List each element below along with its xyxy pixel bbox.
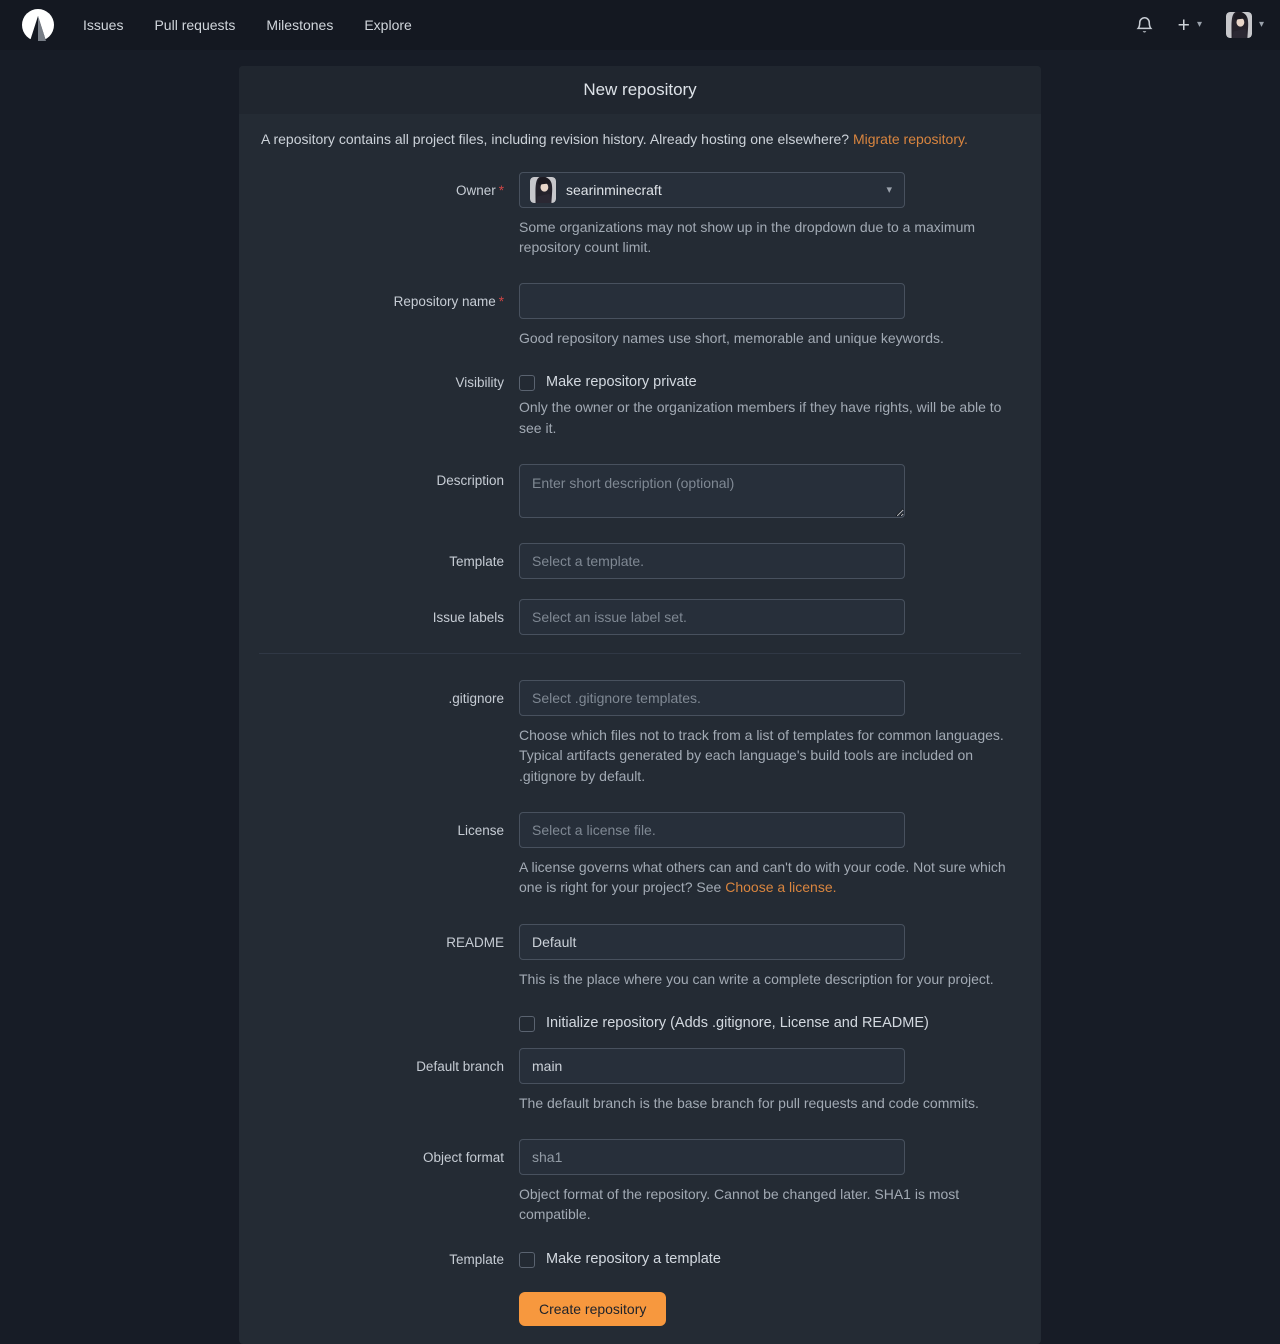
template-flag-check-row: Make repository a template [519,1251,1024,1268]
gitignore-row: .gitignore Select .gitignore templates. … [239,680,1041,786]
private-checkbox[interactable] [519,375,535,391]
issue-labels-placeholder: Select an issue label set. [532,609,687,625]
object-format-value: sha1 [532,1149,562,1165]
description-row: Description [239,464,1041,523]
visibility-help: Only the owner or the organization membe… [519,397,1019,438]
chevron-down-icon: ▾ [886,183,892,196]
owner-label: Owner* [239,172,504,258]
license-help: A license governs what others can and ca… [519,857,1019,898]
owner-label-text: Owner [456,183,496,198]
initialize-row: Initialize repository (Adds .gitignore, … [239,1015,1041,1032]
gitignore-help: Choose which files not to track from a l… [519,725,1019,786]
readme-help: This is the place where you can write a … [519,969,1019,989]
readme-label: README [239,924,504,989]
object-format-select[interactable]: sha1 [519,1139,905,1175]
readme-select-value: Default [532,934,576,950]
repo-name-input[interactable] [519,283,905,319]
nav-item-explore[interactable]: Explore [364,17,411,33]
intro-text: A repository contains all project files,… [239,114,1041,162]
gitignore-label: .gitignore [239,680,504,786]
submit-label-spacer [239,1292,504,1326]
readme-select[interactable]: Default [519,924,905,960]
template-select[interactable]: Select a template. [519,543,905,579]
private-checkbox-label[interactable]: Make repository private [546,374,697,390]
required-marker: * [499,183,504,198]
owner-help: Some organizations may not show up in th… [519,217,1019,258]
nav-item-pull-requests[interactable]: Pull requests [154,17,235,33]
template-select-placeholder: Select a template. [532,553,644,569]
chevron-down-icon: ▾ [1197,20,1202,30]
navbar: Issues Pull requests Milestones Explore … [0,0,1280,50]
owner-row: Owner* searinminecraft ▾ Some organizati… [239,172,1041,258]
object-format-row: Object format sha1 Object format of the … [239,1139,1041,1225]
description-textarea[interactable] [519,464,905,518]
repo-name-row: Repository name* Good repository names u… [239,283,1041,348]
visibility-check-row: Make repository private [519,374,1024,391]
notifications-button[interactable] [1135,16,1154,35]
issue-labels-label: Issue labels [239,599,504,635]
owner-avatar [530,177,556,203]
required-marker: * [499,294,504,309]
initialize-checkbox-label[interactable]: Initialize repository (Adds .gitignore, … [546,1015,929,1031]
object-format-label: Object format [239,1139,504,1225]
template-checkbox-label[interactable]: Make repository a template [546,1251,721,1267]
license-row: License Select a license file. A license… [239,812,1041,898]
template-flag-row: Template Make repository a template [239,1251,1041,1268]
create-new-button[interactable]: + ▾ [1178,15,1202,36]
default-branch-input[interactable] [519,1048,905,1084]
repo-name-label: Repository name* [239,283,504,348]
default-branch-label: Default branch [239,1048,504,1113]
initialize-label-spacer [239,1015,504,1032]
template-checkbox[interactable] [519,1252,535,1268]
initialize-check-row: Initialize repository (Adds .gitignore, … [519,1015,1024,1032]
readme-row: README Default This is the place where y… [239,924,1041,989]
template-select-row: Template Select a template. [239,543,1041,579]
nav-item-issues[interactable]: Issues [83,17,123,33]
choose-a-license-link[interactable]: Choose a license. [725,879,836,895]
section-divider [259,653,1021,654]
migrate-repository-link[interactable]: Migrate repository. [853,131,968,147]
description-label: Description [239,464,504,523]
chevron-down-icon: ▾ [1259,20,1264,30]
bell-icon [1135,16,1154,35]
template-flag-label: Template [239,1251,504,1268]
issue-labels-select[interactable]: Select an issue label set. [519,599,905,635]
owner-select-value: searinminecraft [566,182,662,198]
visibility-label: Visibility [239,374,504,438]
repo-name-help: Good repository names use short, memorab… [519,328,1019,348]
submit-row: Create repository [239,1292,1041,1326]
license-label: License [239,812,504,898]
create-repository-button[interactable]: Create repository [519,1292,666,1326]
default-branch-help: The default branch is the base branch fo… [519,1093,1019,1113]
license-select[interactable]: Select a license file. [519,812,905,848]
default-branch-row: Default branch The default branch is the… [239,1048,1041,1113]
user-avatar [1226,12,1252,38]
user-menu-button[interactable]: ▾ [1226,12,1264,38]
gitignore-select[interactable]: Select .gitignore templates. [519,680,905,716]
intro-sentence: A repository contains all project files,… [261,131,853,147]
repo-name-label-text: Repository name [394,294,496,309]
new-repository-form: Owner* searinminecraft ▾ Some organizati… [239,162,1041,1326]
navbar-right: + ▾ ▾ [1135,12,1264,38]
forgejo-logo-icon[interactable] [22,9,54,41]
nav-item-milestones[interactable]: Milestones [266,17,333,33]
initialize-checkbox[interactable] [519,1016,535,1032]
object-format-help: Object format of the repository. Cannot … [519,1184,1019,1225]
nav-links: Issues Pull requests Milestones Explore [83,17,412,33]
visibility-row: Visibility Make repository private Only … [239,374,1041,438]
gitignore-placeholder: Select .gitignore templates. [532,690,701,706]
page-title: New repository [239,66,1041,114]
plus-icon: + [1178,15,1190,36]
new-repository-panel: New repository A repository contains all… [239,66,1041,1344]
template-select-label: Template [239,543,504,579]
issue-labels-row: Issue labels Select an issue label set. [239,599,1041,635]
license-placeholder: Select a license file. [532,822,656,838]
owner-select[interactable]: searinminecraft ▾ [519,172,905,208]
